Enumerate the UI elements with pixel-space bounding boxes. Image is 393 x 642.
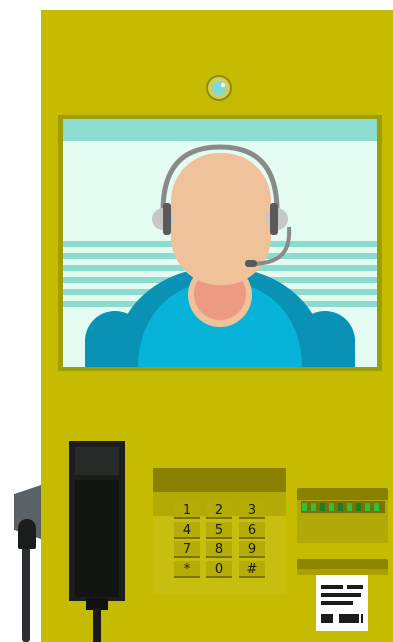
led-indicator (320, 503, 325, 511)
key-0[interactable]: 0 (206, 561, 232, 578)
keypad-display (153, 468, 286, 492)
key-9[interactable]: 9 (239, 541, 265, 558)
screen-header-band (63, 119, 377, 141)
led-indicator (356, 503, 361, 511)
card-reader-top (297, 488, 388, 500)
key-5[interactable]: 5 (206, 522, 232, 539)
key-3[interactable]: 3 (239, 502, 265, 519)
receipt-block (321, 614, 333, 623)
handset-cord (93, 608, 101, 642)
led-indicator (374, 503, 379, 511)
key-6[interactable]: 6 (239, 522, 265, 539)
receipt-line (347, 585, 363, 589)
led-indicator (347, 503, 352, 511)
receipt-line (321, 601, 353, 605)
key-4[interactable]: 4 (174, 522, 200, 539)
video-screen[interactable] (63, 119, 377, 367)
side-hook (18, 519, 36, 549)
led-indicator (365, 503, 370, 511)
key-7[interactable]: 7 (174, 541, 200, 558)
receipt-line (321, 593, 361, 597)
handset-earpiece (75, 447, 119, 475)
receipt-barcode (339, 614, 359, 623)
led-indicator (311, 503, 316, 511)
receipt-line (321, 585, 343, 589)
led-indicator (329, 503, 334, 511)
receipt-icon[interactable] (316, 569, 368, 631)
camera-icon (206, 75, 232, 101)
receipt-printer-lip (297, 569, 388, 575)
receipt-barcode (361, 614, 363, 623)
support-agent-icon (63, 119, 377, 367)
key-hash[interactable]: # (239, 561, 265, 578)
key-2[interactable]: 2 (206, 502, 232, 519)
key-1[interactable]: 1 (174, 502, 200, 519)
led-indicator (302, 503, 307, 511)
handset-grip (75, 480, 119, 597)
led-indicator (338, 503, 343, 511)
key-star[interactable]: * (174, 561, 200, 578)
key-8[interactable]: 8 (206, 541, 232, 558)
